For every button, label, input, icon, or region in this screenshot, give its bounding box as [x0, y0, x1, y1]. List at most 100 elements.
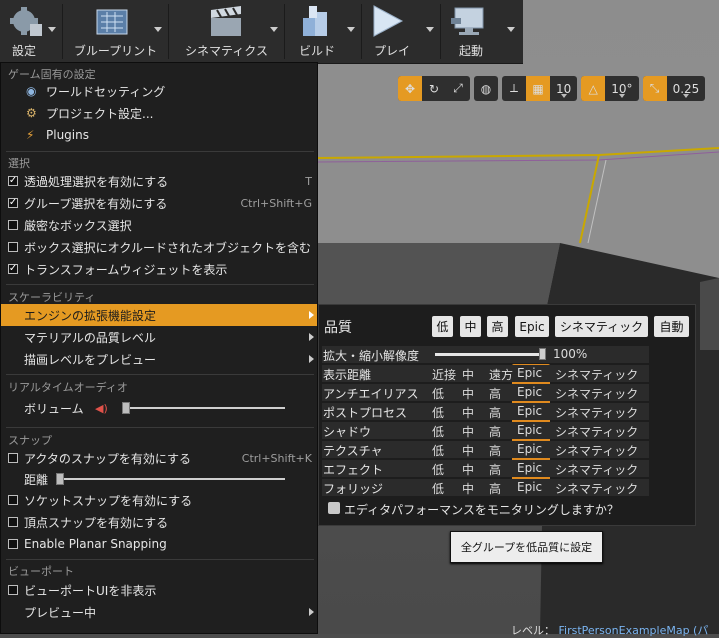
menu-item-material-quality[interactable]: マテリアルの品質レベル: [1, 326, 317, 348]
grid-snap-value[interactable]: 10: [550, 76, 577, 101]
distance-slider[interactable]: [59, 478, 285, 480]
quality-level-option[interactable]: シネマティック: [555, 461, 638, 478]
translate-mode-button[interactable]: ✥: [398, 76, 422, 101]
checkbox[interactable]: [8, 539, 18, 549]
quality-level-option[interactable]: 高: [489, 442, 501, 459]
quality-row-label: シャドウ: [323, 425, 372, 439]
checkbox[interactable]: [8, 517, 18, 527]
cinematics-label: シネマティクス: [185, 44, 268, 58]
quality-level-option[interactable]: シネマティック: [555, 442, 638, 459]
quality-level-option[interactable]: Epic: [517, 366, 542, 380]
rotation-snap-value[interactable]: 10°: [605, 76, 638, 101]
quality-level-option[interactable]: 高: [489, 480, 501, 497]
menu-item-vertex-snap[interactable]: 頂点スナップを有効にする: [1, 511, 317, 533]
quality-level-option[interactable]: Epic: [517, 423, 542, 437]
scale-snap-toggle[interactable]: ⤡: [642, 76, 667, 101]
checkbox[interactable]: [8, 220, 18, 230]
speaker-icon[interactable]: ◀): [95, 402, 108, 415]
quality-level-option[interactable]: Epic: [517, 404, 542, 418]
rotation-snap-toggle[interactable]: △: [581, 76, 606, 101]
quality-level-option[interactable]: 低: [432, 404, 444, 421]
quality-level-option[interactable]: Epic: [517, 442, 542, 456]
menu-item-box-select-occluded[interactable]: ボックス選択にオクルードされたオブジェクトを含む: [1, 236, 317, 258]
menu-item-hide-viewport-ui[interactable]: ビューポートUIを非表示: [1, 579, 317, 601]
menu-item-socket-snap[interactable]: ソケットスナップを有効にする: [1, 489, 317, 511]
world-local-button[interactable]: ◍: [474, 76, 498, 101]
quality-row-label: エフェクト: [323, 463, 384, 477]
quality-level-option[interactable]: 中: [462, 423, 474, 440]
quality-level-option[interactable]: Epic: [517, 385, 542, 399]
quality-level-option[interactable]: 低: [432, 385, 444, 402]
play-button[interactable]: プレイ: [362, 0, 440, 63]
quality-level-option[interactable]: 高: [489, 385, 501, 402]
checkbox[interactable]: [8, 495, 18, 505]
resolution-scale-slider[interactable]: [435, 353, 545, 356]
checkbox[interactable]: ✓: [8, 198, 18, 208]
quality-level-option[interactable]: 遠方: [489, 366, 513, 383]
quality-level-option[interactable]: 低: [432, 442, 444, 459]
preset-auto-button[interactable]: 自動: [654, 316, 689, 337]
quality-level-option[interactable]: 高: [489, 461, 501, 478]
quality-level-option[interactable]: シネマティック: [555, 385, 638, 402]
quality-level-option[interactable]: シネマティック: [555, 480, 638, 497]
volume-slider-handle[interactable]: [122, 402, 130, 414]
menu-item-plugins[interactable]: ⚡ Plugins: [1, 124, 317, 146]
checkbox[interactable]: [8, 242, 18, 252]
scale-mode-button[interactable]: ⤢: [446, 76, 470, 101]
grid-snap-toggle[interactable]: ▦: [526, 76, 550, 101]
set-all-low-button[interactable]: 全グループを低品質に設定: [450, 531, 603, 563]
globe-icon: ◍: [480, 81, 492, 96]
volume-slider[interactable]: [125, 407, 285, 409]
checkbox[interactable]: [8, 453, 18, 463]
quality-level-option[interactable]: シネマティック: [555, 366, 638, 383]
scale-snap-value[interactable]: 0.25: [667, 76, 706, 101]
quality-level-option[interactable]: Epic: [517, 461, 542, 475]
menu-item-show-transform-widget[interactable]: ✓ トランスフォームウィジェットを表示: [1, 258, 317, 280]
quality-level-option[interactable]: 低: [432, 480, 444, 497]
menu-item-planar-snap[interactable]: Enable Planar Snapping: [1, 533, 317, 555]
quality-level-option[interactable]: 低: [432, 423, 444, 440]
menu-item-project-settings[interactable]: ⚙ プロジェクト設定...: [1, 102, 317, 124]
distance-slider-handle[interactable]: [56, 473, 64, 485]
menu-item-group-selection[interactable]: ✓ グループ選択を有効にする Ctrl+Shift+G: [1, 192, 317, 214]
menu-item-previewing[interactable]: プレビュー中: [1, 601, 317, 623]
surface-snap-button[interactable]: ⟂: [502, 76, 526, 101]
blueprints-button[interactable]: ブループリント: [63, 0, 168, 63]
quality-level-option[interactable]: 高: [489, 404, 501, 421]
launch-button[interactable]: 起動: [441, 0, 521, 63]
quality-level-option[interactable]: 近接: [432, 366, 456, 383]
checkbox[interactable]: [8, 585, 18, 595]
quality-level-option[interactable]: 高: [489, 423, 501, 440]
checkbox[interactable]: ✓: [8, 176, 18, 186]
quality-level-option[interactable]: 中: [462, 480, 474, 497]
preset-epic-button[interactable]: Epic: [515, 316, 549, 337]
cinematics-button[interactable]: シネマティクス: [169, 0, 284, 63]
menu-item-preview-rendering[interactable]: 描画レベルをプレビュー: [1, 348, 317, 370]
menu-item-translucent-selection[interactable]: ✓ 透過処理選択を有効にする T: [1, 170, 317, 192]
quality-level-option[interactable]: 低: [432, 461, 444, 478]
menu-item-strict-box-select[interactable]: 厳密なボックス選択: [1, 214, 317, 236]
quality-level-option[interactable]: シネマティック: [555, 404, 638, 421]
monitor-performance-checkbox[interactable]: [328, 502, 340, 514]
preset-cinematic-button[interactable]: シネマティック: [555, 316, 648, 337]
menu-item-world-settings[interactable]: ◉ ワールドセッティング: [1, 80, 317, 102]
resolution-scale-handle[interactable]: [539, 348, 546, 360]
build-button[interactable]: ビルド: [285, 0, 361, 63]
menu-item-actor-snap[interactable]: アクタのスナップを有効にする Ctrl+Shift+K: [1, 447, 317, 469]
preset-medium-button[interactable]: 中: [460, 316, 481, 337]
quality-level-option[interactable]: Epic: [517, 480, 542, 494]
menu-item-engine-scalability[interactable]: エンジンの拡張機能設定: [1, 304, 317, 326]
quality-level-option[interactable]: 中: [462, 404, 474, 421]
preset-high-button[interactable]: 高: [487, 316, 508, 337]
checkbox[interactable]: ✓: [8, 264, 18, 274]
quality-level-option[interactable]: 中: [462, 366, 474, 383]
rotate-mode-button[interactable]: ↻: [422, 76, 446, 101]
preset-low-button[interactable]: 低: [432, 316, 453, 337]
quality-level-option[interactable]: シネマティック: [555, 423, 638, 440]
level-label: レベル：: [511, 624, 555, 637]
settings-button[interactable]: 設定: [0, 0, 62, 63]
chevron-down-icon: [154, 27, 162, 32]
quality-level-option[interactable]: 中: [462, 385, 474, 402]
quality-level-option[interactable]: 中: [462, 461, 474, 478]
quality-level-option[interactable]: 中: [462, 442, 474, 459]
